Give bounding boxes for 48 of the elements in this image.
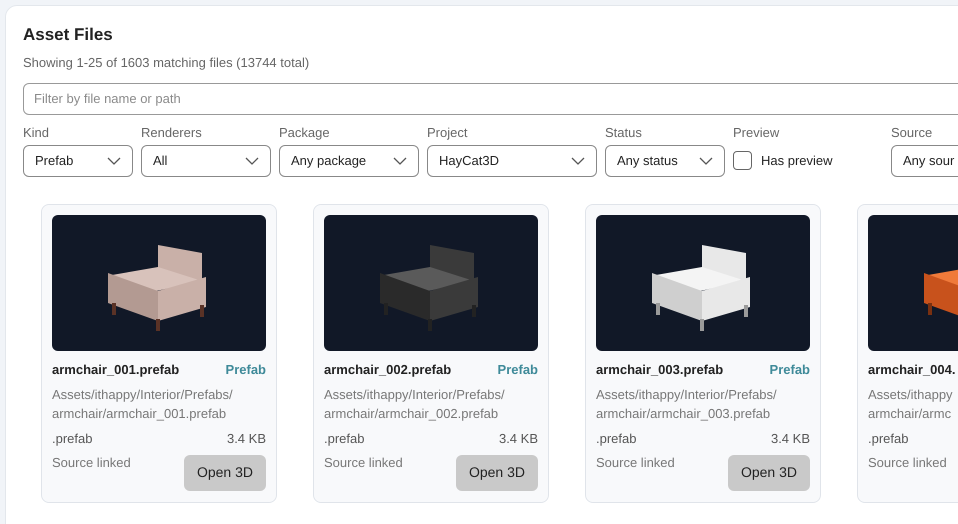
source-status: Source linked bbox=[596, 454, 675, 472]
checkbox[interactable] bbox=[733, 151, 752, 170]
filter-label: Project bbox=[427, 124, 468, 140]
filter-label: Source bbox=[891, 124, 934, 140]
dropdown[interactable]: All bbox=[141, 144, 271, 176]
chevron-down-icon bbox=[245, 156, 259, 164]
filter-label: Preview bbox=[733, 124, 780, 140]
file-extension: .prefab bbox=[596, 430, 636, 448]
file-size: 3.4 KB bbox=[770, 430, 810, 448]
chevron-down-icon bbox=[571, 156, 585, 164]
file-path: Assets/ithappy/Interior/Prefabs/ armchair/armchair_002.prefab bbox=[324, 386, 506, 423]
chevron-down-icon bbox=[107, 156, 121, 164]
dropdown[interactable]: Any status bbox=[605, 144, 725, 176]
dropdown[interactable]: Prefab bbox=[23, 144, 133, 176]
source-status: Source linked bbox=[52, 454, 131, 472]
file-name: armchair_003.prefab bbox=[596, 360, 724, 379]
file-name: armchair_004. bbox=[868, 360, 956, 378]
page-title: Asset Files bbox=[23, 24, 114, 46]
file-size: 3.4 KB bbox=[498, 430, 538, 448]
dropdown[interactable]: Any package bbox=[279, 144, 419, 176]
kind-label: Prefab bbox=[226, 360, 266, 378]
dropdown[interactable]: HayCat3D bbox=[427, 144, 597, 176]
file-path: Assets/ithappy/Interior/Prefabs/ armchair/armchair_003.prefab bbox=[596, 386, 778, 423]
open-3d-button[interactable]: Open 3D bbox=[456, 454, 538, 490]
file-name: armchair_002.prefab bbox=[324, 360, 452, 379]
kind-label: Prefab bbox=[770, 360, 810, 378]
result-count: Showing 1-25 of 1603 matching files (13744 total) bbox=[23, 54, 310, 72]
filter-label: Status bbox=[605, 124, 643, 140]
open-3d-button[interactable]: Open 3D bbox=[184, 454, 266, 490]
filter-label: Package bbox=[279, 124, 331, 140]
file-name: armchair_001.prefab bbox=[52, 360, 180, 379]
dropdown[interactable]: Any sour bbox=[891, 144, 958, 176]
file-size: 3.4 KB bbox=[226, 430, 266, 448]
chevron-down-icon bbox=[699, 156, 713, 164]
search-field[interactable]: Filter by file name or path bbox=[23, 82, 958, 114]
source-status: Source linked bbox=[868, 454, 947, 472]
filter-label: Kind bbox=[23, 124, 50, 140]
chevron-down-icon bbox=[393, 156, 407, 164]
checkbox-label: Has preview bbox=[761, 152, 833, 170]
source-status: Source linked bbox=[324, 454, 403, 472]
file-path: Assets/ithappy/Interior/Prefabs/ armchair/armchair_001.prefab bbox=[52, 386, 234, 423]
file-extension: .prefab bbox=[324, 430, 364, 448]
filter-label: Renderers bbox=[141, 124, 203, 140]
file-extension: .prefab bbox=[52, 430, 92, 448]
file-path: Assets/ithappy armchair/armc bbox=[868, 386, 954, 423]
file-extension: .prefab bbox=[868, 430, 908, 448]
open-3d-button[interactable]: Open 3D bbox=[728, 454, 810, 490]
kind-label: Prefab bbox=[498, 360, 538, 378]
